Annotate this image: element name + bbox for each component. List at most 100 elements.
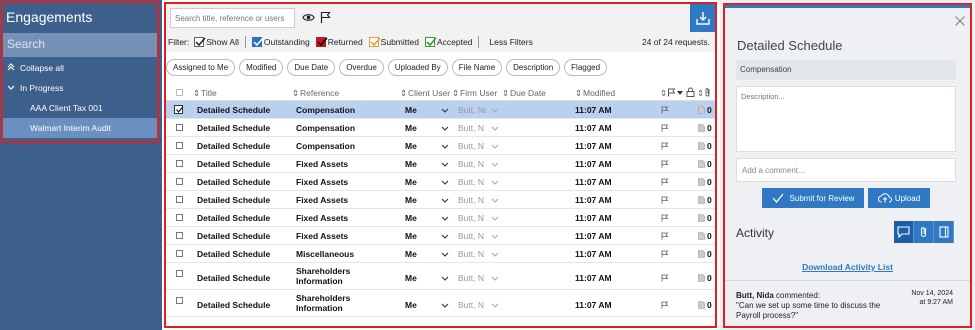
chevron-down-icon[interactable] <box>491 144 499 149</box>
row-client-user[interactable]: Me <box>405 213 417 223</box>
row-checkbox[interactable] <box>174 105 184 114</box>
tab-history[interactable] <box>934 221 954 243</box>
row-firm-user[interactable]: Butt, N <box>458 195 484 205</box>
chevron-down-icon[interactable] <box>441 144 449 149</box>
row-client-user[interactable]: Me <box>405 159 417 169</box>
col-firm-user[interactable]: Firm User <box>460 88 497 98</box>
flag-icon[interactable] <box>661 106 669 114</box>
row-checkbox[interactable] <box>176 178 183 185</box>
flag-icon[interactable] <box>320 11 331 24</box>
chip-assigned-to-me[interactable]: Assigned to Me <box>166 58 236 76</box>
checkbox[interactable] <box>315 37 328 47</box>
table-row[interactable]: Detailed Schedule Fixed Assets Me Butt, N 11… <box>166 209 716 227</box>
table-row[interactable]: Detailed Schedule Compensation Me Butt, N 11… <box>166 119 716 137</box>
col-title[interactable]: Title <box>201 88 217 98</box>
tab-comments[interactable] <box>894 221 914 243</box>
chevron-down-icon[interactable] <box>491 234 499 239</box>
chevron-down-icon[interactable] <box>441 198 449 203</box>
row-firm-user[interactable]: Butt, N <box>458 273 484 283</box>
chip-flagged[interactable]: Flagged <box>564 58 608 76</box>
sidebar-item-walmart-interim-audit[interactable]: Walmart Interim Audit <box>3 118 157 138</box>
row-checkbox[interactable] <box>176 124 183 131</box>
table-row[interactable]: Detailed Schedule Fixed Assets Me Butt, N 11… <box>166 173 716 191</box>
table-row[interactable]: Detailed Schedule Shareholders Informatio… <box>166 290 716 317</box>
chip-uploaded-by[interactable]: Uploaded By <box>387 58 448 76</box>
table-row[interactable]: Detailed Schedule Fixed Assets Me Butt, N 11… <box>166 155 716 173</box>
col-client-user[interactable]: Client User <box>408 88 450 98</box>
filter-submitted[interactable]: Submitted <box>368 37 419 47</box>
flag-icon[interactable] <box>661 301 669 309</box>
chevron-down-icon[interactable] <box>491 162 499 167</box>
row-client-user[interactable]: Me <box>405 300 417 310</box>
select-all-checkbox[interactable] <box>176 89 183 96</box>
chevron-down-icon[interactable] <box>441 126 449 131</box>
chevron-down-icon[interactable] <box>491 108 499 113</box>
row-firm-user[interactable]: Butt, N <box>458 159 484 169</box>
col-modified[interactable]: Modified <box>583 88 615 98</box>
row-checkbox[interactable] <box>176 270 183 277</box>
row-firm-user[interactable]: Butt, N <box>458 141 484 151</box>
submit-for-review-button[interactable]: Submit for Review <box>762 188 864 208</box>
checkbox[interactable] <box>194 37 206 47</box>
row-client-user[interactable]: Me <box>405 105 417 115</box>
row-firm-user[interactable]: Butt, Ni <box>458 105 486 115</box>
row-checkbox[interactable] <box>176 297 183 304</box>
flag-icon[interactable] <box>661 196 669 204</box>
row-firm-user[interactable]: Butt, N <box>458 213 484 223</box>
row-checkbox[interactable] <box>176 232 183 239</box>
chevron-down-icon[interactable] <box>491 216 499 221</box>
filter-show-all[interactable]: Show All <box>194 37 239 47</box>
filter-returned[interactable]: Returned <box>315 37 363 47</box>
chevron-down-icon[interactable] <box>491 252 499 257</box>
sidebar-search-input[interactable]: Search <box>3 33 157 57</box>
chip-description[interactable]: Description <box>506 58 561 76</box>
chevron-down-icon[interactable] <box>441 252 449 257</box>
chevron-down-icon[interactable] <box>441 276 449 281</box>
less-filters-link[interactable]: Less Filters <box>489 37 532 47</box>
chevron-down-icon[interactable] <box>491 276 499 281</box>
flag-icon[interactable] <box>661 142 669 150</box>
chevron-down-icon[interactable] <box>491 303 499 308</box>
flag-icon[interactable] <box>661 178 669 186</box>
chevron-down-icon[interactable] <box>677 91 683 95</box>
chevron-down-icon[interactable] <box>441 180 449 185</box>
description-field[interactable] <box>736 86 956 152</box>
row-client-user[interactable]: Me <box>405 195 417 205</box>
row-firm-user[interactable]: Butt, N <box>458 300 484 310</box>
download-button[interactable] <box>690 4 716 32</box>
download-activity-list-link[interactable]: Download Activity List <box>720 262 975 272</box>
chip-modified[interactable]: Modified <box>239 58 284 76</box>
chip-overdue[interactable]: Overdue <box>339 58 384 76</box>
checkbox[interactable] <box>368 37 381 47</box>
flag-icon[interactable] <box>661 214 669 222</box>
group-in-progress[interactable]: In Progress <box>3 78 157 98</box>
row-client-user[interactable]: Me <box>405 123 417 133</box>
row-checkbox[interactable] <box>176 250 183 257</box>
chevron-down-icon[interactable] <box>491 198 499 203</box>
table-row[interactable]: Detailed Schedule Fixed Assets Me Butt, N 11… <box>166 227 716 245</box>
row-checkbox[interactable] <box>176 142 183 149</box>
collapse-all-button[interactable]: Collapse all <box>3 58 157 78</box>
row-client-user[interactable]: Me <box>405 177 417 187</box>
table-row[interactable]: Detailed Schedule Compensation Me Butt, Ni 1… <box>166 101 716 119</box>
chip-file-name[interactable]: File Name <box>451 58 503 76</box>
tab-attachments[interactable] <box>914 221 934 243</box>
comment-input[interactable] <box>736 158 956 182</box>
filter-accepted[interactable]: Accepted <box>424 37 472 47</box>
chevron-down-icon[interactable] <box>491 180 499 185</box>
row-client-user[interactable]: Me <box>405 141 417 151</box>
chevron-down-icon[interactable] <box>441 216 449 221</box>
upload-button[interactable]: Upload <box>868 188 930 208</box>
row-client-user[interactable]: Me <box>405 273 417 283</box>
sidebar-item-aaa-client-tax[interactable]: AAA Client Tax 001 <box>3 98 157 118</box>
row-checkbox[interactable] <box>176 214 183 221</box>
chevron-down-icon[interactable] <box>441 162 449 167</box>
checkbox[interactable] <box>424 37 437 47</box>
col-due-date[interactable]: Due Date <box>510 88 546 98</box>
row-checkbox[interactable] <box>176 196 183 203</box>
chip-due-date[interactable]: Due Date <box>287 58 336 76</box>
eye-icon[interactable] <box>302 11 315 24</box>
search-input[interactable] <box>170 8 295 28</box>
flag-icon[interactable] <box>661 124 669 132</box>
chevron-down-icon[interactable] <box>441 234 449 239</box>
